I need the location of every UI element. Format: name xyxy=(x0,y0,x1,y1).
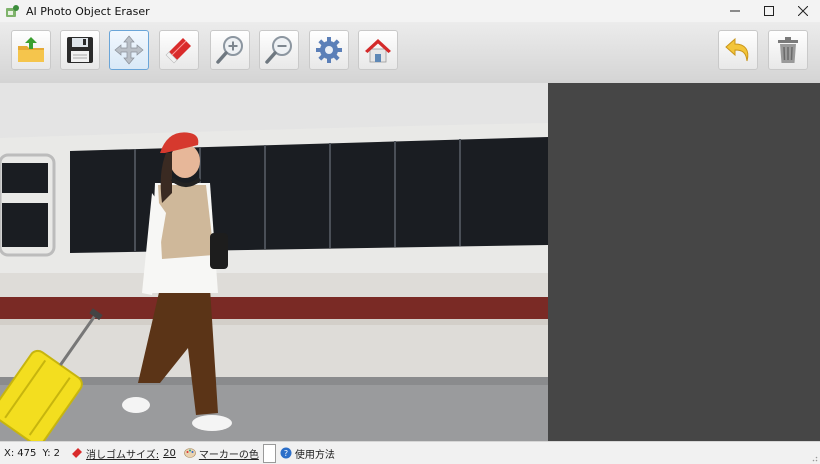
zoom-out-icon xyxy=(265,36,292,64)
delete-button[interactable] xyxy=(768,30,808,70)
floppy-disk-icon xyxy=(67,37,93,63)
close-icon xyxy=(798,6,808,16)
help-link[interactable]: ? 使用方法 xyxy=(280,446,335,461)
zoom-in-icon xyxy=(216,36,243,64)
maximize-icon xyxy=(764,6,774,16)
trash-icon xyxy=(778,37,798,63)
marker-color-swatch[interactable] xyxy=(262,443,276,463)
x-label: X: xyxy=(4,447,15,459)
title-bar: AI Photo Object Eraser xyxy=(0,0,820,22)
resize-grip-icon[interactable] xyxy=(810,454,818,462)
photo-woman-with-suitcase xyxy=(0,83,548,441)
toolbar xyxy=(0,22,820,84)
gear-icon xyxy=(316,37,342,63)
eraser-button[interactable] xyxy=(159,30,199,70)
eraser-size-value: 20 xyxy=(163,447,176,459)
close-button[interactable] xyxy=(786,0,820,22)
marker-color-link[interactable]: マーカーの色 xyxy=(184,446,259,461)
minimize-button[interactable] xyxy=(718,0,752,22)
cursor-coordinates: X: 475 Y: 2 xyxy=(4,448,63,459)
eraser-size-link[interactable]: 消しゴムサイズ: 20 xyxy=(71,446,176,461)
move-button[interactable] xyxy=(109,30,149,70)
zoom-in-button[interactable] xyxy=(210,30,250,70)
minimize-icon xyxy=(730,10,740,12)
x-value: 475 xyxy=(17,447,37,459)
undo-button[interactable] xyxy=(718,30,758,70)
photo-canvas[interactable] xyxy=(0,83,548,441)
window-title: AI Photo Object Eraser xyxy=(26,4,150,18)
undo-arrow-icon xyxy=(725,37,749,62)
app-logo-icon xyxy=(6,4,20,18)
home-icon xyxy=(365,39,391,63)
move-arrows-icon xyxy=(114,35,144,65)
open-button[interactable] xyxy=(11,30,51,70)
canvas-area[interactable] xyxy=(0,83,820,441)
help-icon: ? xyxy=(280,447,292,459)
palette-icon xyxy=(184,448,196,458)
eraser-size-label: 消しゴムサイズ: xyxy=(86,449,160,461)
open-folder-icon xyxy=(18,37,44,62)
save-button[interactable] xyxy=(60,30,100,70)
svg-text:?: ? xyxy=(284,449,288,458)
eraser-small-icon xyxy=(71,448,83,459)
home-button[interactable] xyxy=(358,30,398,70)
marker-color-label: マーカーの色 xyxy=(198,449,259,461)
zoom-out-button[interactable] xyxy=(259,30,299,70)
eraser-icon xyxy=(165,38,191,64)
y-label: Y: xyxy=(42,447,51,459)
status-bar: X: 475 Y: 2 消しゴムサイズ: 20 マーカーの色 ? 使用方法 xyxy=(0,441,820,464)
y-value: 2 xyxy=(53,447,61,459)
maximize-button[interactable] xyxy=(752,0,786,22)
settings-button[interactable] xyxy=(309,30,349,70)
help-label: 使用方法 xyxy=(294,449,335,461)
